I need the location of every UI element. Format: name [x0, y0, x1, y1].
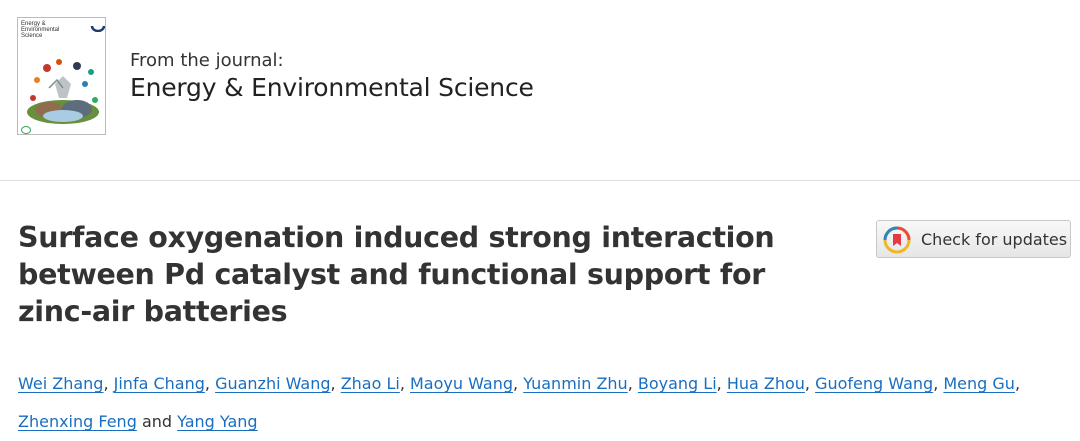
author-separator: , [513, 374, 524, 393]
author-list: Wei Zhang, Jinfa Chang, Guanzhi Wang, Zh… [18, 365, 1068, 441]
author-separator: , [204, 374, 216, 393]
author-link[interactable]: Zhenxing Feng [18, 412, 137, 431]
author-link[interactable]: Guofeng Wang [815, 374, 933, 393]
cover-title: Energy & Environmental Science [21, 21, 60, 39]
crossmark-icon [883, 226, 911, 254]
author-link[interactable]: Maoyu Wang [410, 374, 513, 393]
journal-cover-image[interactable]: Energy & Environmental Science [17, 17, 106, 135]
author-conjunction: and [136, 412, 178, 431]
author-link[interactable]: Zhao Li [341, 374, 400, 393]
from-journal-label: From the journal: [130, 50, 284, 71]
author-separator: , [716, 374, 727, 393]
author-separator: , [1014, 374, 1021, 393]
check-for-updates-button[interactable]: Check for updates [876, 220, 1071, 258]
section-divider [0, 180, 1080, 181]
journal-name-link[interactable]: Energy & Environmental Science [130, 73, 534, 102]
author-link[interactable]: Hua Zhou [727, 374, 805, 393]
author-separator: , [399, 374, 410, 393]
cover-logo-icon [90, 25, 105, 32]
author-separator: , [330, 374, 341, 393]
author-link[interactable]: Guanzhi Wang [215, 374, 330, 393]
check-for-updates-label: Check for updates [921, 230, 1068, 249]
author-link[interactable]: Yuanmin Zhu [523, 374, 628, 393]
author-link[interactable]: Yang Yang [177, 412, 257, 431]
article-title: Surface oxygenation induced strong inter… [18, 221, 775, 328]
author-separator: , [627, 374, 638, 393]
cover-art [19, 54, 105, 132]
author-link[interactable]: Wei Zhang [18, 374, 103, 393]
author-separator: , [933, 374, 944, 393]
cover-publisher-mark [21, 126, 31, 134]
author-separator: , [804, 374, 816, 393]
author-separator: , [103, 374, 114, 393]
author-link[interactable]: Meng Gu [943, 374, 1015, 393]
journal-header: Energy & Environmental Science From the … [0, 0, 1080, 180]
author-link[interactable]: Boyang Li [638, 374, 717, 393]
author-link[interactable]: Jinfa Chang [114, 374, 205, 393]
